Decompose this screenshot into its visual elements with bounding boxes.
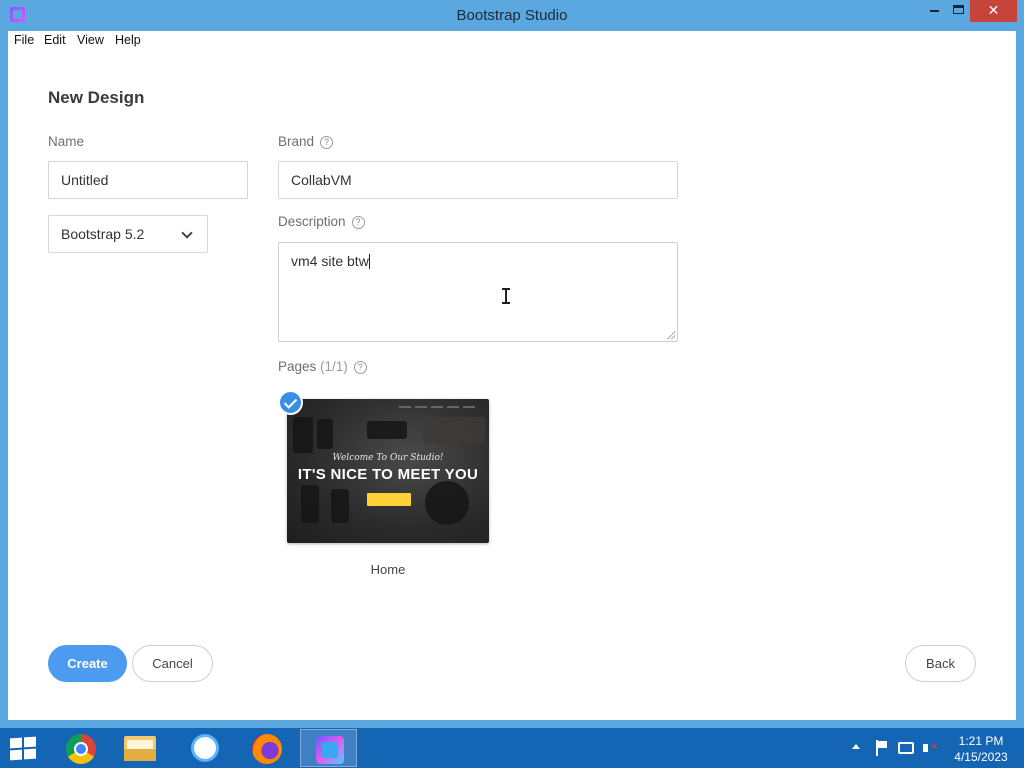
network-icon[interactable] [898, 742, 914, 754]
firefox-icon [252, 734, 282, 764]
taskbar-bootstrap-studio[interactable] [300, 729, 357, 767]
text-caret [368, 254, 370, 269]
show-hidden-icons-icon[interactable] [852, 744, 860, 749]
windows-logo-icon [10, 737, 22, 749]
thumbnail-headline: IT'S NICE TO MEET YOU [297, 466, 479, 483]
taskbar-chrome[interactable] [52, 729, 109, 767]
menu-edit[interactable]: Edit [44, 33, 66, 47]
minimize-icon [930, 10, 939, 12]
chrome-icon [66, 734, 96, 764]
volume-muted-icon[interactable] [922, 740, 938, 756]
pages-label-text: Pages [278, 359, 317, 374]
brand-label-text: Brand [278, 134, 315, 149]
thumbnail-cta-button [367, 493, 411, 506]
description-help-icon[interactable]: ? [351, 216, 365, 229]
taskbar [0, 728, 1024, 768]
start-button[interactable] [10, 736, 38, 761]
pages-help-icon[interactable]: ? [353, 361, 367, 374]
maximize-icon [953, 5, 964, 14]
pages-count: (1/1) [320, 359, 348, 374]
ibeam-cursor-icon [502, 288, 510, 304]
title-bar[interactable]: Bootstrap Studio ✕ [0, 0, 1024, 31]
page-name-home: Home [370, 562, 406, 577]
menu-help[interactable]: Help [115, 33, 141, 47]
selected-check-icon[interactable] [278, 390, 303, 415]
settings-sun-icon [194, 737, 216, 759]
thumbnail-decor [301, 485, 319, 523]
thumbnail-decor [423, 417, 485, 443]
file-explorer-icon [124, 736, 156, 761]
chevron-down-icon [181, 227, 193, 239]
framework-select[interactable]: Bootstrap 5.2 [48, 215, 208, 253]
create-button[interactable]: Create [48, 645, 127, 682]
thumbnail-nav [399, 406, 479, 408]
new-design-panel: New Design Name Untitled Bootstrap 5.2 B… [8, 51, 1016, 720]
window-title: Bootstrap Studio [456, 7, 568, 24]
taskbar-file-explorer[interactable] [111, 729, 168, 767]
taskbar-firefox[interactable] [237, 729, 294, 767]
clock-date: 4/15/2023 [954, 750, 1008, 764]
brand-label: Brand? [278, 134, 334, 149]
system-clock[interactable]: 1:21 PM 4/15/2023 [946, 733, 1016, 765]
close-icon: ✕ [987, 2, 1000, 18]
page-title: New Design [48, 88, 145, 107]
pages-label: Pages (1/1)? [278, 359, 367, 374]
thumbnail-decor [317, 419, 333, 449]
windows-logo-icon [24, 748, 36, 760]
description-label: Description? [278, 214, 365, 229]
brand-input[interactable]: CollabVM [278, 161, 678, 199]
framework-select-value: Bootstrap 5.2 [61, 226, 145, 242]
resize-handle-icon[interactable] [667, 331, 675, 339]
description-text: vm4 site btw [291, 253, 369, 269]
bootstrap-studio-icon [316, 736, 344, 764]
close-button[interactable]: ✕ [970, 0, 1017, 22]
brand-help-icon[interactable]: ? [320, 136, 334, 149]
thumbnail-decor [367, 421, 407, 439]
action-center-flag-icon[interactable] [874, 740, 890, 756]
thumbnail-decor [293, 417, 313, 453]
maximize-button[interactable] [948, 0, 970, 22]
menu-file[interactable]: File [14, 33, 34, 47]
page-thumbnail-home[interactable]: Welcome To Our Studio! IT'S NICE TO MEET… [287, 399, 489, 543]
menu-view[interactable]: View [77, 33, 104, 47]
windows-logo-icon [10, 749, 22, 761]
name-input[interactable]: Untitled [48, 161, 248, 199]
cancel-button[interactable]: Cancel [132, 645, 213, 682]
windows-logo-icon [24, 736, 36, 748]
menu-bar: File Edit View Help [8, 31, 1016, 51]
back-button[interactable]: Back [905, 645, 976, 682]
name-label: Name [48, 134, 85, 149]
thumbnail-decor [425, 481, 469, 525]
minimize-button[interactable] [920, 0, 948, 22]
thumbnail-welcome-text: Welcome To Our Studio! [332, 453, 444, 463]
taskbar-settings[interactable] [175, 729, 232, 767]
description-textarea[interactable]: vm4 site btw [278, 242, 678, 342]
description-label-text: Description [278, 214, 346, 229]
clock-time: 1:21 PM [958, 734, 1004, 748]
thumbnail-decor [331, 489, 349, 523]
app-window: Bootstrap Studio ✕ File Edit View Help N… [0, 0, 1024, 728]
